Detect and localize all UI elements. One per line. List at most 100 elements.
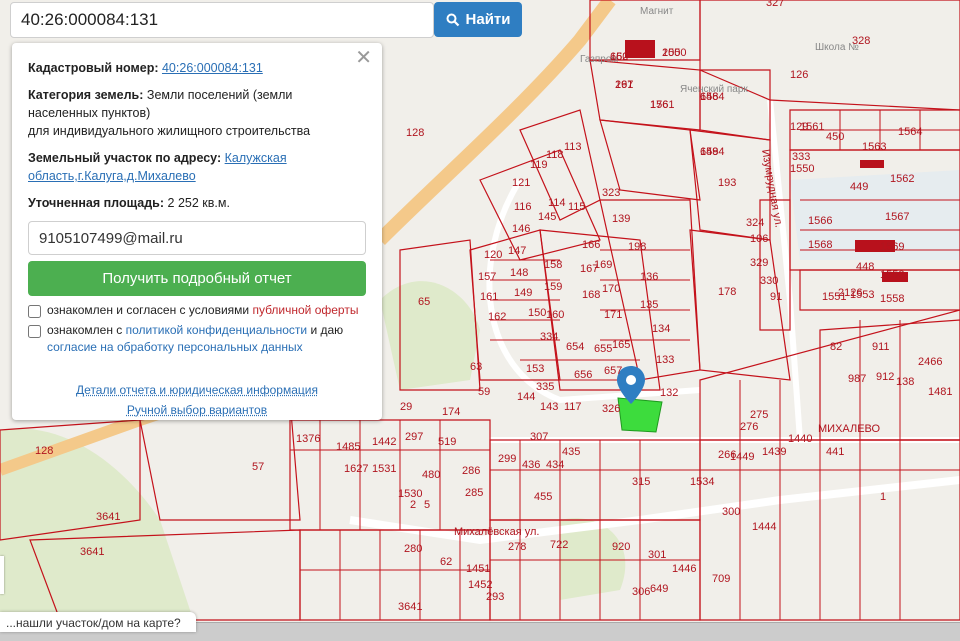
parcel-number-label: 285 [465,487,483,499]
parcel-number-label: 722 [550,539,568,551]
selected-parcel[interactable] [617,397,663,433]
parcel-number-label: 333 [792,151,810,163]
parcel-number-label: 449 [850,181,868,193]
parcel-number-label: 1534 [690,476,714,488]
consent-offer: ознакомлен и согласен с условиями публич… [28,302,366,319]
parcel-number-label: 1569 [880,241,904,253]
parcel-number-label: 57 [252,461,264,473]
parcel-number-label: 143 [540,401,558,413]
parcel-number-label: 657 [604,365,622,377]
personal-data-link[interactable]: согласие на обработку персональных данны… [47,340,303,354]
get-report-button[interactable]: Получить подробный отчет [28,261,366,296]
search-input[interactable] [11,3,433,37]
parcel-number-label: 168 [582,289,600,301]
parcel-number-label: 1566 [808,215,832,227]
offer-link[interactable]: публичной оферты [252,303,358,317]
parcel-number-label: 1464 [700,91,724,103]
parcel-number-label: 170 [602,283,620,295]
parcel-number-label: 5 [424,499,430,511]
parcel-number-label: 1485 [336,441,360,453]
parcel-number-label: 1558 [880,293,904,305]
parcel-number-label: 301 [648,549,666,561]
parcel-number-label: 261 [615,79,633,91]
address-link[interactable]: Калужская [225,151,287,165]
parcel-number-label: 300 [722,506,740,518]
parcel-number-label: 1451 [466,563,490,575]
parcel-number-label: 299 [498,453,516,465]
parcel-number-label: 441 [826,446,844,458]
parcel-number-label: 128 [35,445,53,457]
parcel-number-label: 448 [856,261,874,273]
close-icon[interactable]: ✕ [355,48,372,68]
parcel-number-label: 133 [656,354,674,366]
parcel-number-label: 115 [568,201,586,213]
poi-label: Магнит [640,6,674,17]
parcel-number-label: 171 [604,309,622,321]
search-button[interactable]: Найти [434,2,522,37]
parcel-number-label: 160 [546,309,564,321]
parcel-number-label: 139 [612,213,630,225]
parcel-number-label: 62 [440,556,452,568]
parcel-number-label: 1444 [752,521,776,533]
parcel-number-label: 1627 [344,463,368,475]
privacy-checkbox[interactable] [28,325,41,338]
parcel-number-label: 129 [790,121,808,133]
parcel-number-label: 1446 [672,563,696,575]
parcel-number-label: 158 [544,259,562,271]
parcel-number-label: 655 [594,343,612,355]
parcel-number-label: 480 [422,469,440,481]
parcel-number-label: 436 [522,459,540,471]
parcel-number-label: 132 [660,387,678,399]
parcel-number-label: 455 [534,491,552,503]
parcel-number-label: 1552 [880,269,904,281]
parcel-number-label: 147 [508,245,526,257]
parcel-number-label: 920 [612,541,630,553]
parcel-number-label: 2126 [838,287,862,299]
parcel-number-label: 148 [510,267,528,279]
consent-offer-text: ознакомлен и согласен с условиями [47,303,250,317]
parcel-number-label: 82 [830,341,842,353]
parcel-number-label: 2466 [918,356,942,368]
parcel-number-label: 118 [546,149,564,161]
privacy-link[interactable]: политикой конфиденциальности [126,323,307,337]
parcel-number-label: 1484 [700,146,724,158]
parcel-number-label: 654 [566,341,584,353]
consent-privacy-text: ознакомлен с [47,323,123,337]
search-icon [446,13,459,26]
parcel-number-label: 128 [406,127,424,139]
parcel-number-label: 987 [848,373,866,385]
search-box [10,2,434,38]
parcel-number-label: 91 [770,291,782,303]
consent-privacy: ознакомлен с политикой конфиденциальност… [28,322,366,356]
parcel-number-label: 315 [632,476,650,488]
cad-number-link[interactable]: 40:26:000084:131 [162,61,263,75]
offer-checkbox[interactable] [28,305,41,318]
parcel-number-label: 1531 [372,463,396,475]
parcel-number-label: 519 [438,436,456,448]
parcel-number-label: 1563 [862,141,886,153]
details-link[interactable]: Детали отчета и юридическая информация [76,383,318,397]
parcel-number-label: 29 [400,401,412,413]
area-value: 2 252 кв.м. [167,196,230,210]
bottom-tip[interactable]: ...нашли участок/дом на карте? [0,612,196,632]
email-field[interactable] [28,221,366,255]
map-control[interactable] [0,556,4,594]
manual-select-link[interactable]: Ручной выбор вариантов [127,403,267,417]
parcel-number-label: 116 [514,201,532,213]
parcel-number-label: 912 [876,371,894,383]
parcel-number-label: 145 [538,211,556,223]
area-label: Уточненная площадь: [28,196,165,210]
address-link-2[interactable]: область,г.Калуга,д.Михалево [28,169,196,183]
parcel-number-label: 1442 [372,436,396,448]
parcel-number-label: 153 [526,363,544,375]
parcel-number-label: 146 [512,223,530,235]
parcel-number-label: 1564 [898,126,922,138]
parcel-number-label: 138 [896,376,914,388]
parcel-number-label: 149 [514,287,532,299]
parcel-number-label: 330 [760,275,778,287]
parcel-number-label: 709 [712,573,730,585]
parcel-number-label: 278 [508,541,526,553]
parcel-number-label: 1562 [890,173,914,185]
cad-label: Кадастровый номер: [28,61,159,75]
parcel-number-label: 59 [478,386,490,398]
